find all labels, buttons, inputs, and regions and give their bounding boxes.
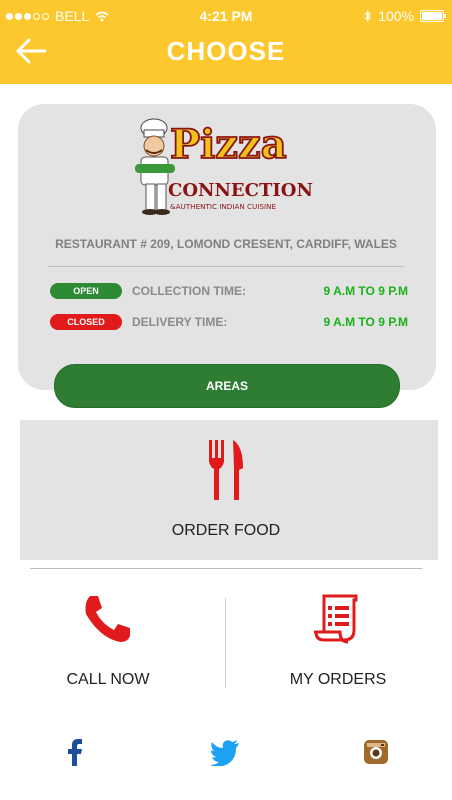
bluetooth-icon bbox=[364, 10, 372, 22]
call-now-label[interactable]: CALL NOW bbox=[20, 671, 196, 689]
restaurant-address: RESTAURANT # 209, LOMOND CRESENT, CARDIF… bbox=[55, 237, 397, 251]
facebook-icon[interactable] bbox=[64, 738, 84, 766]
instagram-icon[interactable] bbox=[364, 740, 388, 764]
fork-knife-icon bbox=[209, 440, 243, 500]
order-food-label: ORDER FOOD bbox=[171, 522, 281, 539]
vertical-divider bbox=[225, 598, 226, 688]
delivery-row: CLOSED DELIVERY TIME: 9 A.M TO 9 P.M bbox=[48, 313, 408, 333]
phone-icon[interactable] bbox=[80, 594, 134, 644]
app-header: BELL 4:21 PM 100% CHOOSE bbox=[0, 0, 452, 84]
section-divider bbox=[30, 568, 422, 569]
twitter-icon[interactable] bbox=[210, 740, 240, 766]
areas-button[interactable]: AREAS bbox=[54, 364, 400, 408]
battery-icon bbox=[420, 10, 446, 22]
collection-status-badge: OPEN bbox=[50, 283, 122, 299]
collection-hours: 9 A.M TO 9 P.M bbox=[323, 284, 408, 298]
my-orders-label[interactable]: MY ORDERS bbox=[250, 671, 426, 689]
collection-row: OPEN COLLECTION TIME: 9 A.M TO 9 P.M bbox=[48, 282, 408, 302]
logo-tagline: &AUTHENTIC INDIAN CUISINE bbox=[170, 202, 276, 211]
delivery-label: DELIVERY TIME: bbox=[132, 315, 228, 329]
collection-label: COLLECTION TIME: bbox=[132, 284, 246, 298]
card-divider bbox=[48, 266, 404, 267]
battery-status: 100% bbox=[364, 8, 446, 24]
logo-subtitle: CONNECTION bbox=[168, 180, 313, 201]
restaurant-logo: Pizza CONNECTION &AUTHENTIC INDIAN CUISI… bbox=[135, 118, 313, 215]
receipt-icon[interactable] bbox=[310, 594, 364, 646]
logo-title: Pizza bbox=[170, 121, 287, 168]
delivery-status-badge: CLOSED bbox=[50, 314, 122, 330]
page-title: CHOOSE bbox=[166, 36, 286, 66]
status-bar: BELL 4:21 PM 100% bbox=[0, 8, 452, 26]
delivery-hours: 9 A.M TO 9 P.M bbox=[323, 315, 408, 329]
battery-percent: 100% bbox=[378, 8, 414, 24]
